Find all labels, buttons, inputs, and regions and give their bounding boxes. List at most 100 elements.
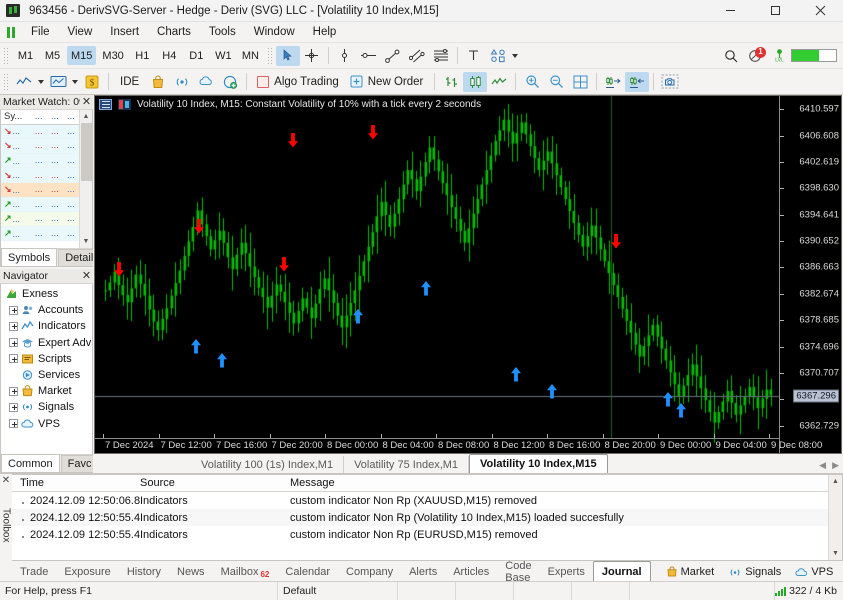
market-watch-close-icon[interactable]: ✕ [80,96,93,109]
line-chart-icon[interactable] [487,72,511,92]
expand-icon[interactable] [9,419,18,429]
auto-scroll-icon[interactable] [625,71,650,92]
toolbox-market-button[interactable]: Market [659,563,719,581]
navigator-item-vps[interactable]: VPS [1,416,92,432]
toolbox-tab-history[interactable]: History [119,563,169,581]
toolbox-signals-button[interactable]: Signals [721,563,785,581]
scroll-down-icon[interactable]: ▼ [80,235,92,248]
toolbox-tab-exposure[interactable]: Exposure [56,563,118,581]
chart-tab-volatility-10[interactable]: Volatility 10 Index,M15 [469,454,608,473]
journal-scroll-up-icon[interactable]: ▲ [829,475,842,488]
timeframe-w1[interactable]: W1 [211,46,236,65]
toolbar-grip-3[interactable] [3,72,10,91]
crosshair-icon[interactable] [300,46,324,66]
journal-row[interactable]: 2024.12.09 12:50:55.432Indicators custom … [12,526,828,543]
screenshot-icon[interactable] [658,72,682,92]
timeframe-m30[interactable]: M30 [98,46,127,65]
navigator-close-icon[interactable]: ✕ [80,270,93,283]
expand-icon[interactable] [9,402,18,412]
ide-button[interactable]: IDE [113,72,146,92]
signals-icon[interactable] [170,72,194,92]
cloud-icon[interactable] [194,72,218,92]
chart-tab-volatility-75[interactable]: Volatility 75 Index,M1 [344,456,470,473]
toolbox-tab-mailbox[interactable]: Mailbox 62 [213,563,278,581]
journal-row[interactable]: 2024.12.09 12:50:06.825Indicators custom … [12,492,828,509]
lvl-icon[interactable]: LVL [767,46,791,66]
search-icon[interactable] [719,46,743,66]
toolbar-grip-2[interactable] [266,46,274,65]
menu-window[interactable]: Window [245,24,304,40]
chart-tab-volatility-100[interactable]: Volatility 100 (1s) Index,M1 [191,456,345,473]
text-tool-icon[interactable] [462,46,486,66]
toolbox-tab-alerts[interactable]: Alerts [401,563,445,581]
fibonacci-icon[interactable] [429,46,453,66]
market-watch-row[interactable]: ↘............ [1,168,79,183]
journal-row[interactable]: 2024.12.09 12:50:55.417Indicators custom … [12,509,828,526]
market-watch-table[interactable]: Sy............ ↘............ ↘............… [1,110,79,248]
close-button[interactable] [798,0,843,22]
navigator-item-indicators[interactable]: Indicators [1,318,92,334]
menu-charts[interactable]: Charts [148,24,200,40]
navigator-item-expert-advi[interactable]: Expert Advi [1,335,92,351]
market-watch-row[interactable]: ↘............ [1,182,79,198]
zoom-out-icon[interactable] [544,72,568,92]
market-watch-col-3[interactable]: ... [63,111,79,122]
maximize-button[interactable] [753,0,798,22]
dollar-icon[interactable]: $ [80,72,104,92]
navigator-item-signals[interactable]: Signals [1,399,92,415]
toolbox-vps-button[interactable]: VPS [788,563,837,581]
notifications-icon[interactable]: 1 [743,46,767,66]
toolbox-tab-news[interactable]: News [169,563,213,581]
equidistant-channel-icon[interactable] [405,46,429,66]
chart-indicator-icon[interactable] [46,72,70,92]
timeframe-m15[interactable]: M15 [67,46,97,65]
toolbox-tab-company[interactable]: Company [338,563,401,581]
status-profile[interactable]: Default [278,581,398,600]
indicators-dropdown-caret-icon[interactable] [36,72,46,92]
grid-icon[interactable] [568,72,592,92]
journal-column-header[interactable]: Time [12,477,140,489]
shapes-dropdown-caret-icon[interactable] [510,46,520,66]
navigator-item-services[interactable]: Services [1,367,92,383]
toolbox-tab-articles[interactable]: Articles [445,563,497,581]
market-watch-col-2[interactable]: ... [47,111,63,122]
navigator-item-market[interactable]: Market [1,383,92,399]
chart-tabs-next-icon[interactable]: ▶ [832,460,839,471]
toolbar-grip[interactable] [3,46,10,65]
chart-tabs-prev-icon[interactable]: ◀ [819,460,826,471]
market-watch-col-0[interactable]: Sy... [1,111,31,122]
shapes-icon[interactable] [486,46,510,66]
market-watch-row[interactable]: ↗............ [1,153,79,169]
new-order-button[interactable]: New Order [346,72,431,92]
toolbox-tab-code-base[interactable]: Code Base [497,560,539,584]
expand-icon[interactable] [9,386,18,396]
bar-chart-icon[interactable] [439,72,463,92]
navigator-item-accounts[interactable]: Accounts [1,302,92,318]
tab-common[interactable]: Common [1,454,60,472]
scroll-thumb[interactable] [81,123,92,181]
menu-file[interactable]: File [22,24,59,40]
market-watch-row[interactable]: ↗............ [1,197,79,213]
navigator-item-scripts[interactable]: Scripts [1,351,92,367]
algo-trading-button[interactable]: Algo Trading [251,72,346,92]
vertical-line-icon[interactable] [333,46,357,66]
menu-tools[interactable]: Tools [200,24,245,40]
expand-icon[interactable] [9,338,18,348]
timeframe-h1[interactable]: H1 [130,46,155,65]
horizontal-line-icon[interactable] [357,46,381,66]
trendline-icon[interactable] [381,46,405,66]
tab-symbols[interactable]: Symbols [1,248,58,266]
navigator-tree[interactable]: Exness Accounts Indicators Expert Advi Scrip… [1,284,92,454]
market-bag-icon[interactable] [146,72,170,92]
chart-indicator-dropdown-caret-icon[interactable] [70,72,80,92]
market-watch-col-1[interactable]: ... [31,111,47,122]
candlestick-chart-icon[interactable] [463,71,488,92]
timeframe-mn[interactable]: MN [238,46,263,65]
timeframe-d1[interactable]: D1 [184,46,209,65]
timeframe-m1[interactable]: M1 [13,46,38,65]
menu-help[interactable]: Help [304,24,346,40]
vps-icon[interactable] [218,72,242,92]
timeframe-m5[interactable]: M5 [40,46,65,65]
menu-view[interactable]: View [59,24,102,40]
market-watch-row[interactable]: ↗............ [1,212,79,227]
